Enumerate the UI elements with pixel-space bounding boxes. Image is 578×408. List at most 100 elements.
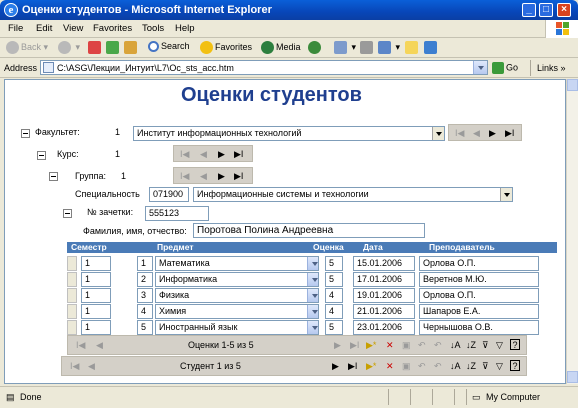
course-first-button[interactable]: I◀	[180, 149, 189, 160]
student-delete-icon[interactable]: ✕	[386, 361, 394, 372]
grades-undo-icon[interactable]: ↶	[418, 340, 426, 351]
menu-help[interactable]: Help	[175, 23, 195, 34]
subject-no-cell[interactable]: 5	[137, 320, 153, 335]
teacher-cell[interactable]: Орлова О.П.	[419, 256, 539, 271]
student-prev-button[interactable]: ◀	[88, 361, 95, 372]
student-next-button[interactable]: ▶	[332, 361, 339, 372]
semester-cell[interactable]: 1	[81, 256, 111, 271]
grades-sort-asc-icon[interactable]: ↓A	[450, 340, 461, 350]
specialty-dropdown-button[interactable]	[500, 188, 512, 201]
grades-delete-icon[interactable]: ✕	[386, 340, 394, 351]
student-help-icon[interactable]: ?	[510, 360, 520, 371]
group-last-button[interactable]: ▶I	[234, 171, 243, 182]
close-button[interactable]: ×	[557, 3, 571, 17]
go-button[interactable]: Go	[492, 62, 518, 74]
student-last-button[interactable]: ▶I	[348, 361, 357, 372]
grades-new-record-icon[interactable]: ▶*	[366, 340, 376, 351]
semester-cell[interactable]: 1	[81, 272, 111, 287]
grade-cell[interactable]: 5	[325, 256, 343, 271]
stop-button[interactable]	[88, 41, 103, 54]
grades-first-button[interactable]: I◀	[76, 340, 85, 351]
grades-next-button[interactable]: ▶	[334, 340, 341, 351]
media-button[interactable]: Media	[261, 41, 301, 54]
subject-no-cell[interactable]: 4	[137, 304, 153, 319]
row-selector[interactable]	[67, 272, 77, 287]
faculty-next-button[interactable]: ▶	[489, 128, 496, 139]
date-cell[interactable]: 15.01.2006	[353, 256, 415, 271]
teacher-cell[interactable]: Веретнов М.Ю.	[419, 272, 539, 287]
refresh-button[interactable]	[106, 41, 121, 54]
row-selector[interactable]	[67, 256, 77, 271]
menu-view[interactable]: View	[63, 23, 83, 34]
subject-no-cell[interactable]: 2	[137, 272, 153, 287]
menu-favorites[interactable]: Favorites	[93, 23, 132, 34]
grades-last-button[interactable]: ▶I	[350, 340, 359, 351]
search-button[interactable]: Search	[148, 41, 190, 53]
faculty-select[interactable]: Институт информационных технологий	[133, 126, 445, 141]
date-cell[interactable]: 19.01.2006	[353, 288, 415, 303]
row-selector[interactable]	[67, 288, 77, 303]
subject-dropdown[interactable]	[307, 305, 318, 318]
history-button[interactable]	[308, 41, 323, 54]
grades-prev-button[interactable]: ◀	[96, 340, 103, 351]
date-cell[interactable]: 23.01.2006	[353, 320, 415, 335]
grades-undo-all-icon[interactable]: ↶	[434, 340, 442, 351]
subject-cell[interactable]: Химия	[155, 304, 319, 319]
student-filter-icon[interactable]: ⊽	[482, 361, 489, 372]
back-button[interactable]: Back ▾	[6, 41, 48, 54]
student-save-icon[interactable]: ▣	[402, 361, 411, 372]
semester-cell[interactable]: 1	[81, 288, 111, 303]
student-sort-desc-icon[interactable]: ↓Z	[466, 361, 476, 371]
specialty-code-field[interactable]: 071900	[149, 187, 189, 202]
grade-cell[interactable]: 4	[325, 288, 343, 303]
address-dropdown[interactable]	[473, 61, 487, 74]
grades-clear-filter-icon[interactable]: ▽	[496, 340, 503, 351]
semester-cell[interactable]: 1	[81, 304, 111, 319]
student-clear-filter-icon[interactable]: ▽	[496, 361, 503, 372]
teacher-cell[interactable]: Шапаров Е.А.	[419, 304, 539, 319]
grade-cell[interactable]: 5	[325, 320, 343, 335]
grades-sort-desc-icon[interactable]: ↓Z	[466, 340, 476, 350]
subject-dropdown[interactable]	[307, 273, 318, 286]
group-collapse-toggle[interactable]	[49, 172, 58, 181]
teacher-cell[interactable]: Орлова О.П.	[419, 288, 539, 303]
home-button[interactable]	[124, 41, 139, 54]
subject-dropdown[interactable]	[307, 289, 318, 302]
mail-button[interactable]: ▾	[334, 41, 356, 54]
subject-cell[interactable]: Физика	[155, 288, 319, 303]
discuss-button[interactable]	[405, 41, 420, 54]
row-selector[interactable]	[67, 320, 77, 335]
messenger-button[interactable]	[424, 41, 439, 54]
course-last-button[interactable]: ▶I	[234, 149, 243, 160]
group-first-button[interactable]: I◀	[180, 171, 189, 182]
subject-dropdown[interactable]	[307, 257, 318, 270]
student-undo-all-icon[interactable]: ↶	[434, 361, 442, 372]
student-collapse-toggle[interactable]	[63, 209, 72, 218]
scroll-up-button[interactable]	[567, 79, 578, 91]
edit-button[interactable]: ▾	[378, 41, 400, 54]
faculty-collapse-toggle[interactable]	[21, 129, 30, 138]
forward-button[interactable]: ▾	[58, 41, 80, 54]
faculty-dropdown-button[interactable]	[432, 127, 444, 140]
subject-no-cell[interactable]: 3	[137, 288, 153, 303]
student-first-button[interactable]: I◀	[70, 361, 79, 372]
course-collapse-toggle[interactable]	[37, 151, 46, 160]
links-button[interactable]: Links »	[537, 63, 566, 73]
print-button[interactable]	[360, 41, 375, 54]
subject-cell[interactable]: Математика	[155, 256, 319, 271]
maximize-button[interactable]: □	[539, 3, 553, 17]
address-input[interactable]: C:\ASG\Лекции_Интуит\L7\Oc_sts_acc.htm	[40, 60, 488, 75]
menu-file[interactable]: File	[8, 23, 23, 34]
grade-cell[interactable]: 4	[325, 304, 343, 319]
minimize-button[interactable]: _	[522, 3, 536, 17]
student-new-record-icon[interactable]: ▶*	[366, 361, 376, 372]
faculty-first-button[interactable]: I◀	[455, 128, 464, 139]
grade-cell[interactable]: 5	[325, 272, 343, 287]
record-book-field[interactable]: 555123	[145, 206, 209, 221]
date-cell[interactable]: 17.01.2006	[353, 272, 415, 287]
group-prev-button[interactable]: ◀	[200, 171, 207, 182]
teacher-cell[interactable]: Чернышова О.В.	[419, 320, 539, 335]
vertical-scrollbar[interactable]	[566, 79, 578, 384]
semester-cell[interactable]: 1	[81, 320, 111, 335]
grades-filter-icon[interactable]: ⊽	[482, 340, 489, 351]
